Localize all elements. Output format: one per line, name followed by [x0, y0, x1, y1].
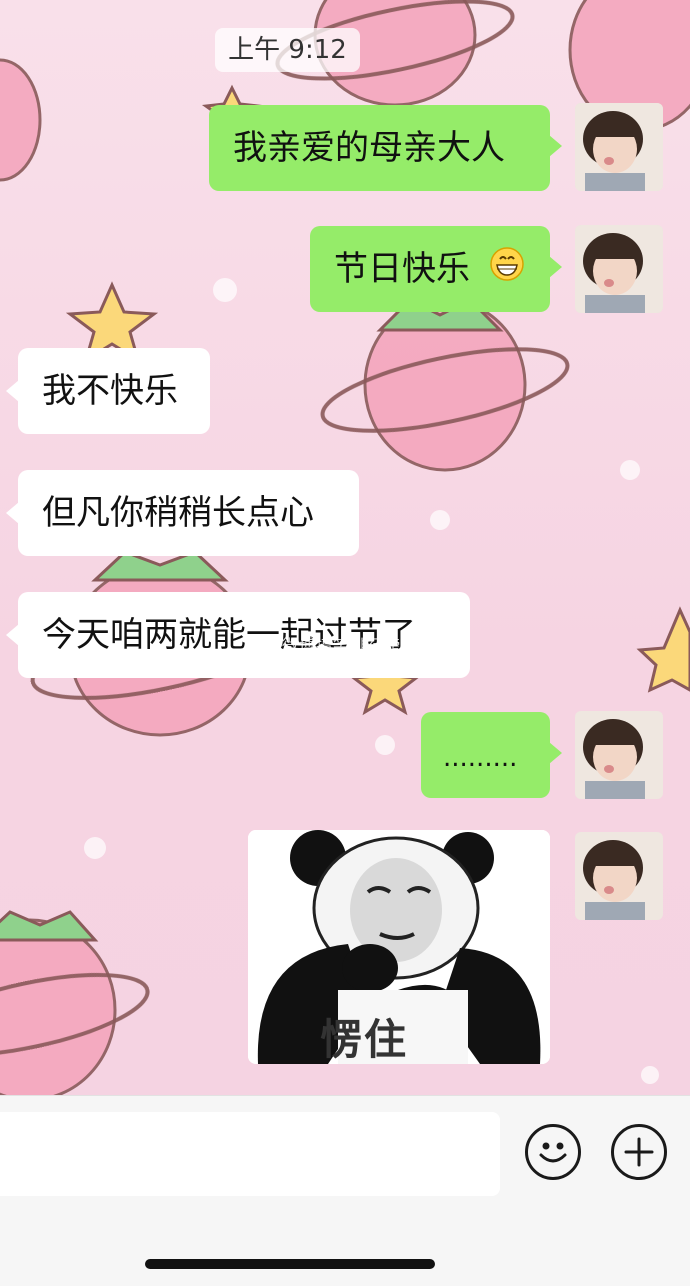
received-message-bubble[interactable]: 我不快乐	[6, 348, 210, 434]
sticker-caption: 愣住	[320, 1015, 409, 1064]
user-avatar[interactable]	[575, 103, 663, 191]
sent-message-bubble[interactable]: .........	[421, 712, 562, 798]
message-text: .........	[443, 743, 518, 773]
more-options-button[interactable]	[611, 1124, 667, 1180]
watermark: @微博搞笑排行榜	[265, 636, 402, 655]
received-message-bubble[interactable]: 但凡你稍稍长点心	[6, 470, 359, 556]
child-photo-icon	[575, 225, 663, 313]
user-avatar[interactable]	[575, 225, 663, 313]
received-message-bubble[interactable]: 今天咱两就能一起过节了	[6, 592, 470, 678]
child-photo-icon	[575, 103, 663, 191]
chat-background: 上午 9:12 我亲爱的母亲大人 节日快乐 我不快乐 但凡你稍稍长点心 今天咱两…	[0, 0, 690, 1095]
message-input-bar	[0, 1095, 690, 1286]
grinning-face-icon	[489, 228, 525, 314]
child-photo-icon	[575, 832, 663, 920]
message-text: 节日快乐	[334, 249, 470, 289]
panda-meme-sticker[interactable]: 愣住	[248, 830, 550, 1064]
user-avatar[interactable]	[575, 832, 663, 920]
emoji-button[interactable]	[525, 1124, 581, 1180]
child-photo-icon	[575, 711, 663, 799]
sent-message-bubble[interactable]: 我亲爱的母亲大人	[209, 105, 562, 191]
user-avatar[interactable]	[575, 711, 663, 799]
message-text: 我不快乐	[42, 371, 178, 411]
message-text: 我亲爱的母亲大人	[233, 128, 505, 168]
smiley-face-icon	[539, 1142, 567, 1163]
sent-message-bubble[interactable]: 节日快乐	[310, 226, 562, 314]
message-text: 但凡你稍稍长点心	[42, 493, 314, 533]
plus-circle-icon	[624, 1137, 654, 1167]
message-timestamp: 上午 9:12	[215, 28, 360, 72]
home-indicator[interactable]	[145, 1259, 435, 1269]
message-input[interactable]	[0, 1112, 500, 1196]
